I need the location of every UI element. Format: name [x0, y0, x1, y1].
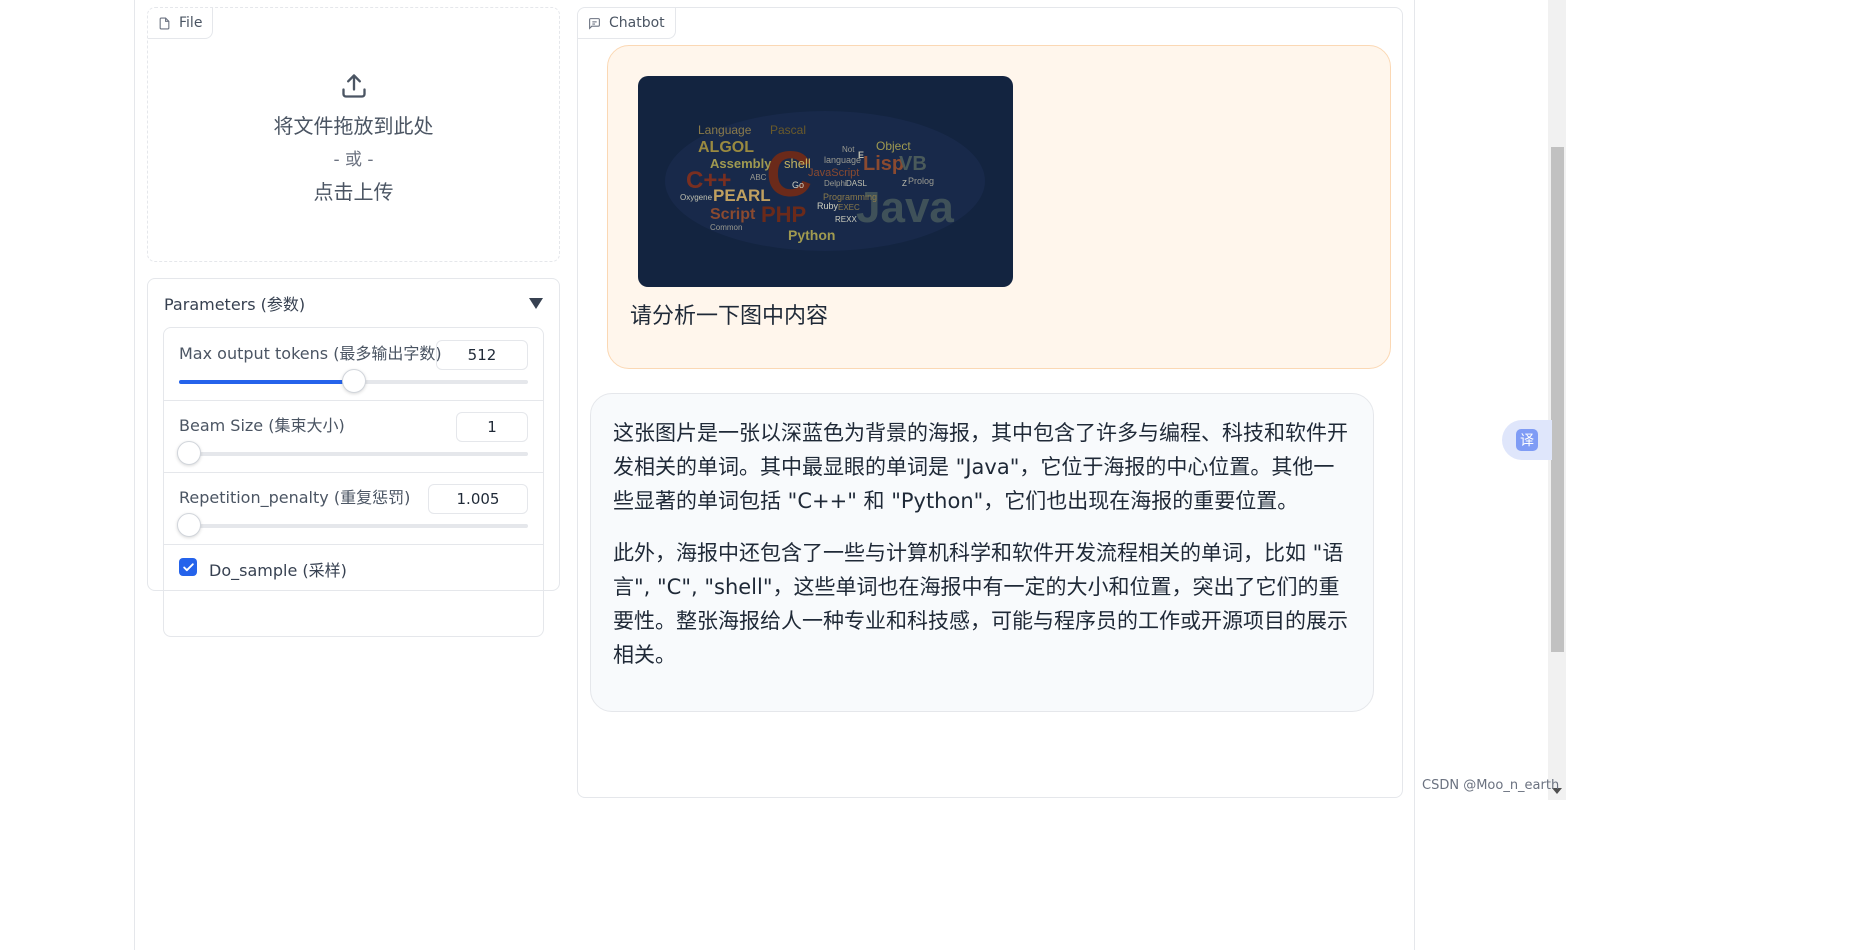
beam-size-param: Beam Size (集束大小) 1 [164, 400, 543, 473]
beam-size-input[interactable]: 1 [456, 412, 528, 442]
svg-text:Delphi: Delphi [824, 179, 847, 188]
layout-border-right [1414, 0, 1415, 950]
collapse-caret-icon [529, 297, 543, 309]
upload-icon [341, 74, 366, 98]
file-upload-block: File 将文件拖放到此处 - 或 - 点击上传 [147, 7, 560, 262]
programming-word-cloud-image: Language Pascal ALGOL Assembly C++ C she… [665, 111, 985, 251]
max-tokens-input[interactable]: 512 [436, 340, 528, 370]
max-tokens-param: Max output tokens (最多输出字数) 512 [164, 328, 543, 401]
do-sample-param: Do_sample (采样) [164, 544, 543, 590]
repetition-penalty-param: Repetition_penalty (重复惩罚) 1.005 [164, 472, 543, 545]
chatbot-block-label: Chatbot [578, 8, 676, 39]
svg-text:PHP: PHP [761, 202, 806, 227]
repetition-penalty-slider-thumb[interactable] [177, 513, 202, 537]
svg-text:Lisp: Lisp [863, 153, 904, 175]
translate-icon: 译 [1516, 429, 1538, 451]
bot-paragraph-1: 这张图片是一张以深蓝色为背景的海报，其中包含了许多与编程、科技和软件开发相关的单… [613, 421, 1348, 513]
max-tokens-label: Max output tokens (最多输出字数) [179, 344, 442, 363]
svg-text:Object: Object [876, 139, 911, 153]
max-tokens-slider-thumb[interactable] [341, 369, 366, 393]
do-sample-checkbox[interactable] [179, 558, 197, 576]
svg-text:Z: Z [902, 179, 907, 188]
svg-text:Pascal: Pascal [770, 123, 806, 137]
checkmark-icon [182, 562, 194, 571]
user-uploaded-image: Language Pascal ALGOL Assembly C++ C she… [638, 76, 1013, 287]
svg-text:Not: Not [842, 145, 855, 154]
svg-text:Ruby: Ruby [817, 201, 839, 211]
svg-text:E: E [858, 150, 864, 160]
repetition-penalty-slider[interactable] [177, 513, 528, 537]
svg-text:JavaScript: JavaScript [808, 167, 859, 179]
svg-text:Oxygene: Oxygene [680, 193, 713, 202]
click-upload-text: 点击上传 [313, 180, 394, 204]
page-scrollbar-thumb[interactable] [1551, 147, 1564, 652]
svg-text:EXEC: EXEC [838, 203, 860, 212]
beam-size-slider[interactable] [177, 441, 528, 465]
max-tokens-slider[interactable] [179, 369, 528, 393]
bot-message-bubble: 这张图片是一张以深蓝色为背景的海报，其中包含了许多与编程、科技和软件开发相关的单… [590, 393, 1374, 712]
svg-text:ALGOL: ALGOL [698, 139, 754, 156]
parameters-accordion: Parameters (参数) Max output tokens (最多输出字… [147, 278, 560, 637]
layout-border-left [134, 0, 135, 950]
chatbot-label-text: Chatbot [609, 15, 665, 31]
svg-text:Java: Java [856, 183, 954, 232]
file-drop-zone[interactable]: 将文件拖放到此处 - 或 - 点击上传 [148, 8, 559, 261]
svg-text:VB: VB [899, 153, 927, 175]
max-tokens-slider-fill [179, 380, 354, 384]
svg-text:Language: Language [698, 123, 752, 137]
repetition-penalty-input[interactable]: 1.005 [428, 484, 528, 514]
parameters-title: Parameters (参数) [164, 295, 306, 314]
beam-size-slider-thumb[interactable] [177, 441, 202, 465]
repetition-penalty-label: Repetition_penalty (重复惩罚) [179, 488, 411, 507]
svg-text:Python: Python [788, 227, 835, 243]
chat-icon [589, 17, 600, 30]
bot-paragraph-2: 此外，海报中还包含了一些与计算机科学和软件开发流程相关的单词，比如 "语言", … [613, 541, 1348, 667]
csdn-watermark: CSDN @Moo_n_earth [1422, 778, 1560, 793]
do-sample-label: Do_sample (采样) [209, 561, 347, 580]
parameters-header[interactable]: Parameters (参数) [164, 279, 543, 327]
svg-text:shell: shell [784, 156, 811, 171]
svg-text:language: language [824, 155, 861, 165]
drop-text: 将文件拖放到此处 [273, 114, 434, 138]
or-text: - 或 - [333, 150, 374, 170]
svg-text:ABC: ABC [750, 173, 767, 182]
svg-text:Common: Common [710, 223, 742, 232]
bot-message-text: 这张图片是一张以深蓝色为背景的海报，其中包含了许多与编程、科技和软件开发相关的单… [613, 416, 1355, 672]
parameters-group: Max output tokens (最多输出字数) 512 Beam Size… [163, 327, 544, 637]
translate-button[interactable]: 译 [1502, 420, 1552, 460]
svg-text:Script: Script [710, 206, 756, 223]
user-message-bubble: Language Pascal ALGOL Assembly C++ C she… [607, 45, 1391, 369]
svg-text:C: C [766, 138, 812, 210]
user-message-text: 请分析一下图中内容 [630, 304, 829, 329]
beam-size-label: Beam Size (集束大小) [179, 416, 345, 435]
svg-text:REXX: REXX [835, 215, 857, 224]
svg-text:Go: Go [792, 180, 804, 190]
